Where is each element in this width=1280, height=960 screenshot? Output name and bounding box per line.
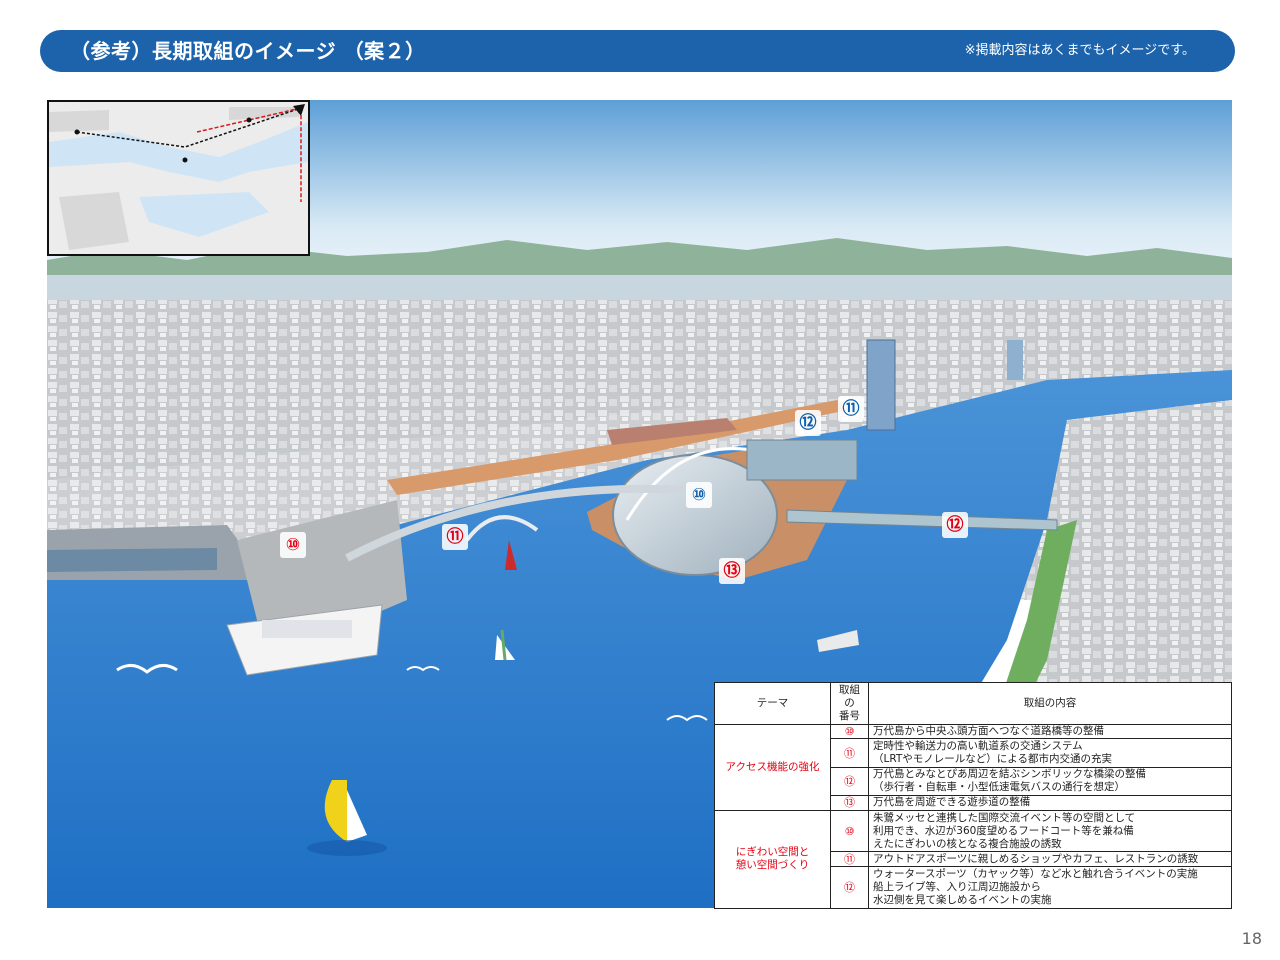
content-header: 取組の内容 [868, 682, 1232, 725]
inset-map-drawing [49, 102, 308, 254]
row-content: 定時性や輸送力の高い軌道系の交通システム （LRTやモノレールなど）による都市内… [868, 738, 1232, 768]
row-number: ⑩ [830, 809, 869, 853]
disclaimer-note: ※掲載内容はあくまでもイメージです。 [964, 43, 1195, 58]
row-number: ⑩ [830, 723, 869, 740]
row-number: ⑫ [830, 866, 869, 909]
header-bar: （参考）長期取組のイメージ （案２） ※掲載内容はあくまでもイメージです。 [40, 30, 1235, 72]
page-number: 18 [1241, 929, 1262, 948]
marker-11-transit: ⑪ [442, 524, 468, 550]
marker-10-complex: ⑩ [686, 482, 712, 508]
row-content: ウォータースポーツ（カヤック等）など水と触れ合うイベントの実施 船上ライブ等、入… [868, 866, 1232, 909]
initiatives-table: テーマ 取組の 番号 取組の内容 アクセス機能の強化 ⑩ 万代島から中央ふ頭方面… [714, 682, 1232, 910]
row-content: 万代島から中央ふ頭方面へつなぐ道路橋等の整備 [868, 723, 1232, 740]
location-inset-map [47, 100, 310, 256]
marker-10-road-bridge: ⑩ [280, 532, 306, 558]
table-row: アクセス機能の強化 ⑩ 万代島から中央ふ頭方面へつなぐ道路橋等の整備 [714, 723, 1232, 811]
number-header: 取組の 番号 [830, 682, 869, 725]
marker-13-promenade: ⑬ [719, 558, 745, 584]
row-content: 朱鷺メッセと連携した国際交流イベント等の空間として 利用でき、水辺が360度望め… [868, 809, 1232, 853]
row-number: ⑫ [830, 766, 869, 796]
row-content: 万代島とみなとぴあ周辺を結ぶシンボリックな橋梁の整備 （歩行者・自転車・小型低速… [868, 766, 1232, 796]
theme-access: アクセス機能の強化 [714, 723, 831, 811]
row-content: アウトドアスポーツに親しめるショップやカフェ、レストランの誘致 [868, 851, 1232, 868]
row-content: 万代島を周遊できる遊歩道の整備 [868, 794, 1232, 811]
row-number: ⑪ [830, 851, 869, 868]
theme-header: テーマ [714, 682, 831, 725]
page-title: （参考）長期取組のイメージ （案２） [70, 39, 426, 63]
row-number: ⑪ [830, 738, 869, 768]
marker-12-events: ⑫ [795, 410, 821, 436]
table-header-row: テーマ 取組の 番号 取組の内容 [714, 682, 1232, 725]
marker-11-shops: ⑪ [838, 396, 864, 422]
marker-12-symbolic-bridge: ⑫ [942, 512, 968, 538]
theme-nigiwai: にぎわい空間と 憩い空間づくり [714, 809, 831, 910]
table-row: にぎわい空間と 憩い空間づくり ⑩ 朱鷺メッセと連携した国際交流イベント等の空間… [714, 809, 1232, 910]
row-number: ⑬ [830, 794, 869, 811]
